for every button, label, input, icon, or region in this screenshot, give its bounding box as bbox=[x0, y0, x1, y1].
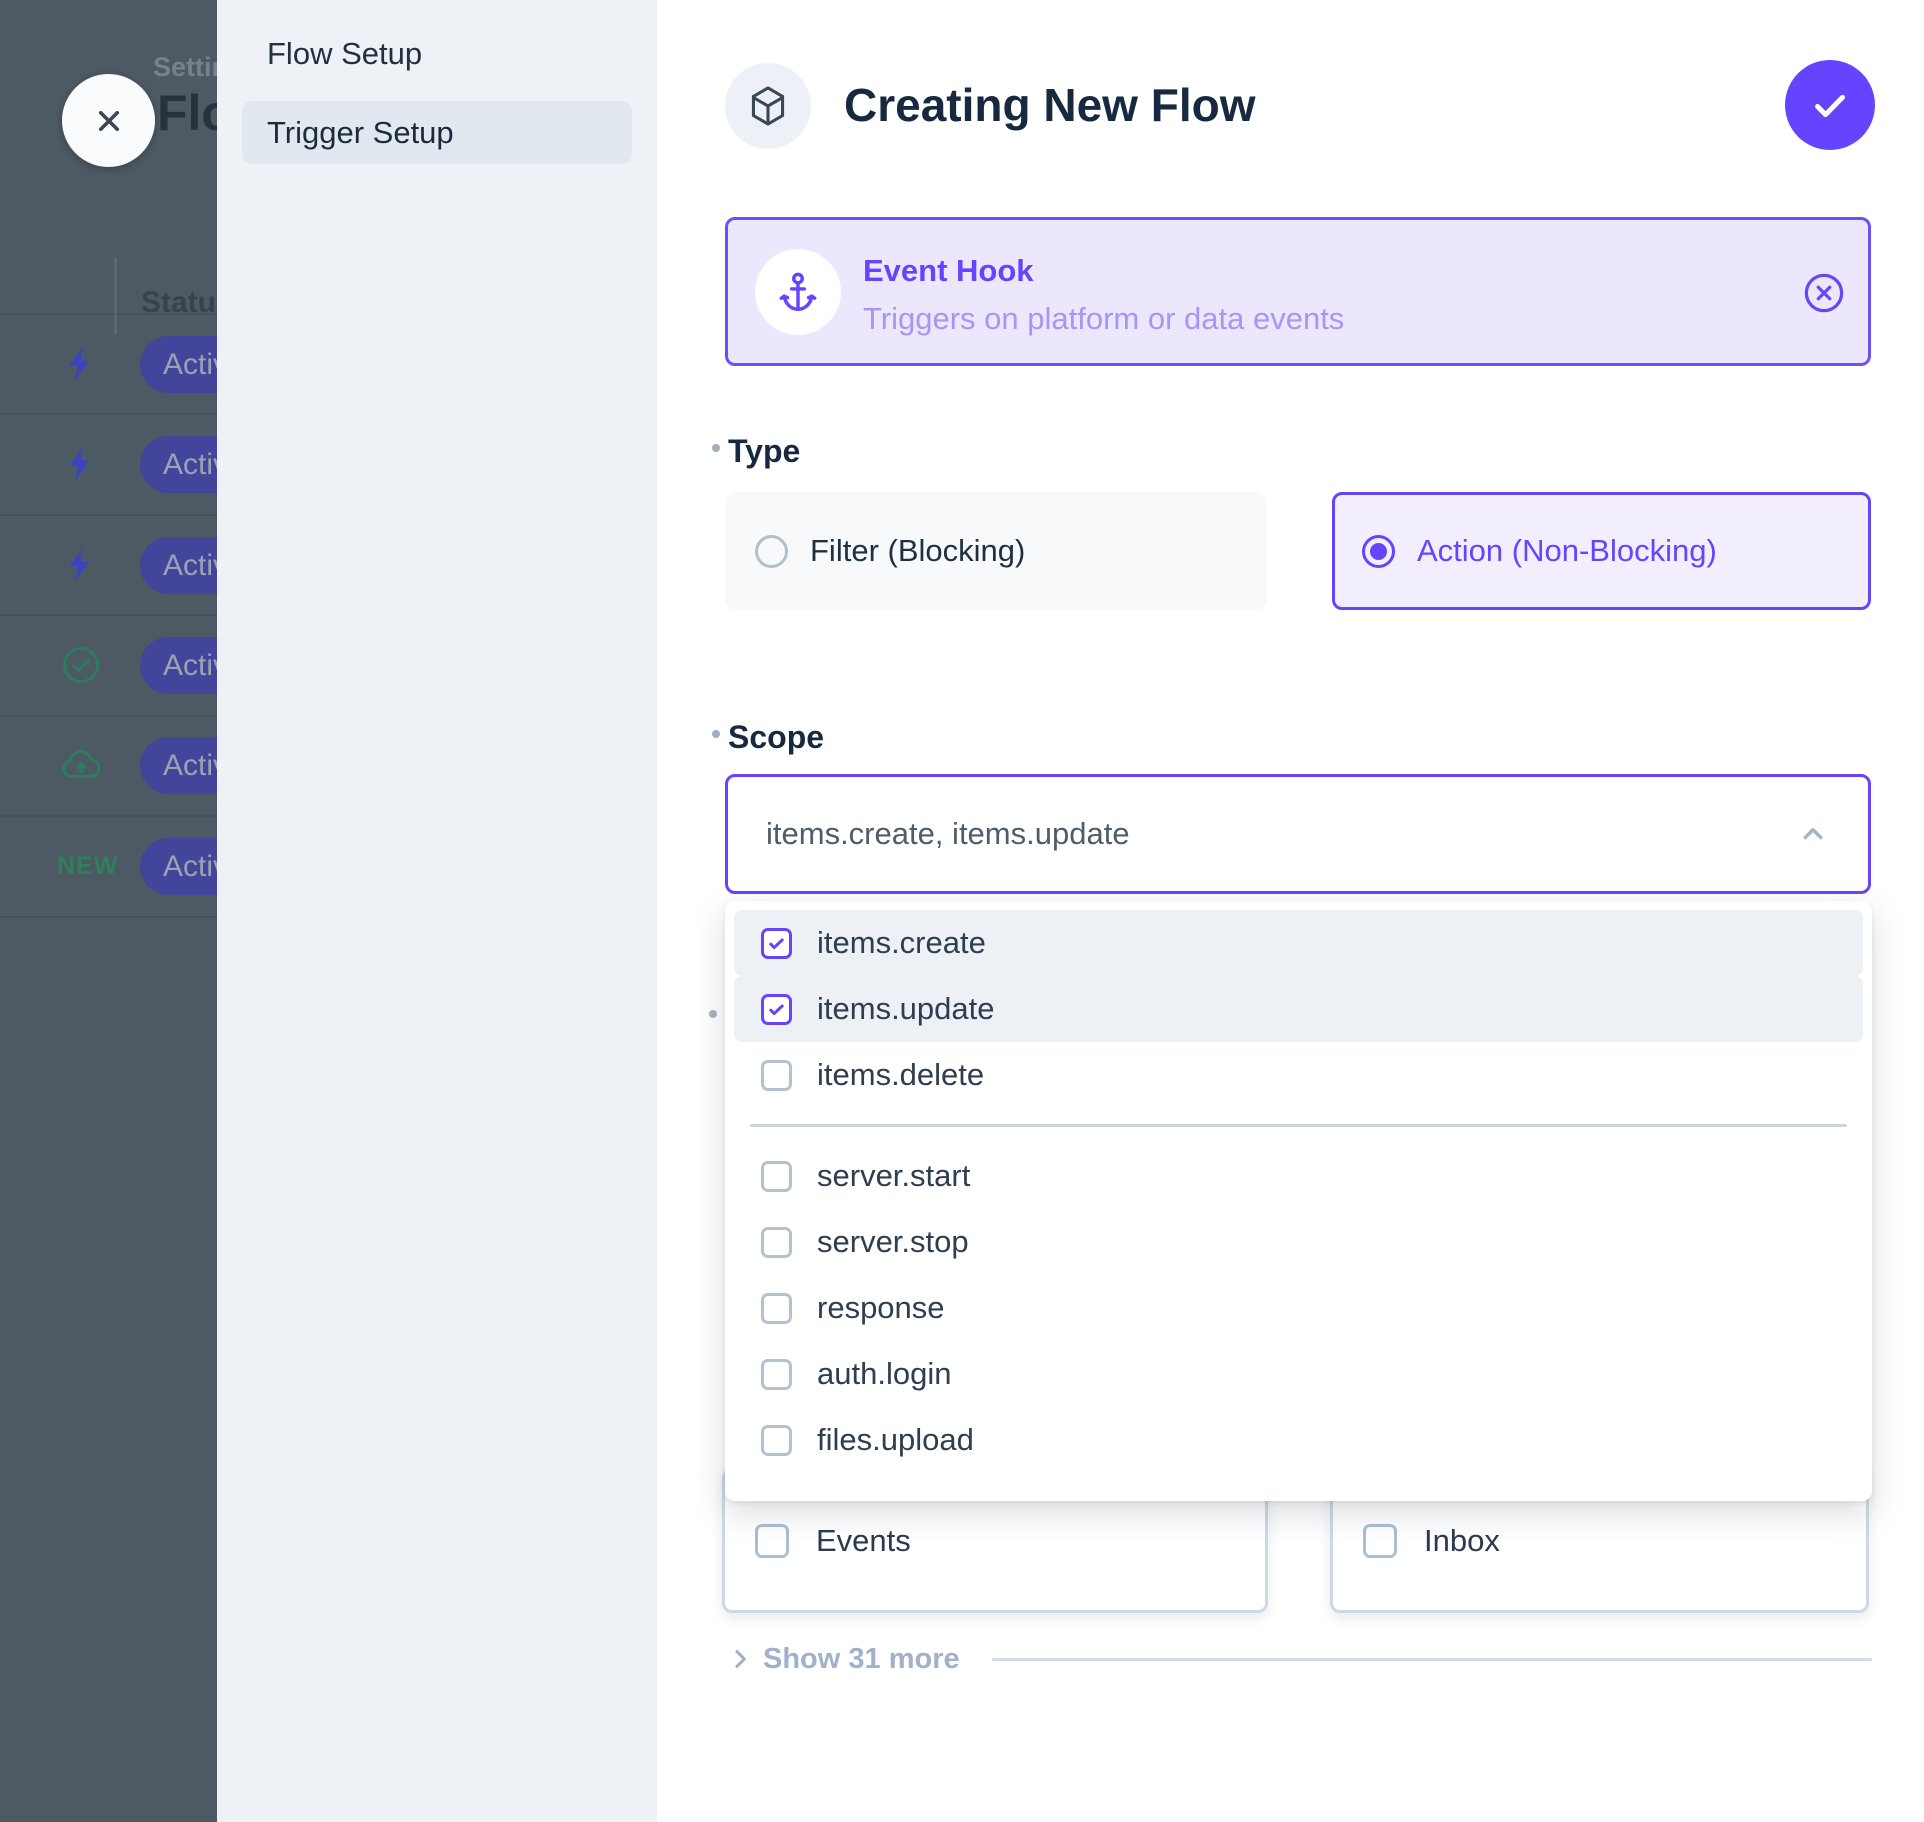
breadcrumb: Settings bbox=[153, 52, 217, 83]
scope-option-auth-login[interactable]: auth.login bbox=[734, 1341, 1863, 1407]
table-row: Active bbox=[0, 615, 217, 716]
chevron-right-icon bbox=[725, 1644, 755, 1674]
table-row: NEW Active bbox=[0, 816, 217, 917]
scope-option-files-upload[interactable]: files.upload bbox=[734, 1407, 1863, 1473]
checkbox bbox=[761, 928, 792, 959]
new-badge: NEW bbox=[57, 852, 118, 881]
checkbox bbox=[761, 994, 792, 1025]
check-circle-icon bbox=[57, 641, 105, 689]
checkbox bbox=[761, 1359, 792, 1390]
scope-option-items-delete[interactable]: items.delete bbox=[734, 1042, 1863, 1108]
scope-option-label: items.create bbox=[817, 925, 986, 961]
checkbox bbox=[761, 1293, 792, 1324]
scope-option-label: files.upload bbox=[817, 1422, 974, 1458]
type-option-label: Filter (Blocking) bbox=[810, 533, 1025, 569]
status-badge: Active bbox=[140, 637, 217, 694]
creating-new-flow-panel: Creating New Flow Event Hook Triggers on… bbox=[657, 0, 1924, 1822]
show-more-collections[interactable]: Show 31 more bbox=[725, 1637, 1872, 1681]
cloud-upload-icon bbox=[57, 741, 105, 789]
nav-item-label: Trigger Setup bbox=[267, 115, 454, 151]
status-badge: Active bbox=[140, 838, 217, 895]
table-row: Active bbox=[0, 715, 217, 816]
scope-option-label: items.delete bbox=[817, 1057, 984, 1093]
checkbox bbox=[761, 1227, 792, 1258]
show-more-divider bbox=[992, 1658, 1872, 1661]
status-badge: Active bbox=[140, 436, 217, 493]
dropdown-divider bbox=[750, 1124, 1847, 1127]
checkbox bbox=[761, 1161, 792, 1192]
checkbox bbox=[1363, 1524, 1397, 1558]
bolt-icon bbox=[57, 541, 105, 589]
drawer-step-nav: Flow Setup Trigger Setup bbox=[217, 0, 657, 1822]
checkbox bbox=[755, 1524, 789, 1558]
scope-option-server-stop[interactable]: server.stop bbox=[734, 1209, 1863, 1275]
status-badge: Active bbox=[140, 737, 217, 794]
nav-item-flow-setup[interactable]: Flow Setup bbox=[242, 22, 632, 85]
chevron-up-icon[interactable] bbox=[1796, 817, 1830, 851]
collection-option-label: Events bbox=[816, 1523, 911, 1559]
trigger-icon-circle bbox=[755, 249, 841, 335]
type-field-label: Type bbox=[728, 433, 800, 470]
scope-option-items-update[interactable]: items.update bbox=[734, 976, 1863, 1042]
close-drawer-button[interactable] bbox=[62, 74, 155, 167]
scope-option-label: auth.login bbox=[817, 1356, 951, 1392]
scope-select-input[interactable]: items.create, items.update bbox=[725, 774, 1871, 894]
nav-item-label: Flow Setup bbox=[267, 36, 422, 72]
checkbox bbox=[761, 1060, 792, 1091]
scope-option-items-create[interactable]: items.create bbox=[734, 910, 1863, 976]
status-badge: Active bbox=[140, 336, 217, 393]
collections-required-dot bbox=[709, 1010, 717, 1018]
close-icon bbox=[91, 103, 127, 139]
remove-circle-icon bbox=[1801, 270, 1847, 316]
save-flow-button[interactable] bbox=[1785, 60, 1875, 150]
check-icon bbox=[1807, 82, 1853, 128]
scope-option-label: items.update bbox=[817, 991, 995, 1027]
type-option-action[interactable]: Action (Non-Blocking) bbox=[1332, 492, 1871, 610]
table-row: Active bbox=[0, 414, 217, 515]
radio-icon bbox=[755, 535, 788, 568]
trigger-name: Event Hook bbox=[863, 253, 1034, 289]
selected-trigger-card[interactable]: Event Hook Triggers on platform or data … bbox=[725, 217, 1871, 366]
scope-option-label: server.start bbox=[817, 1158, 970, 1194]
scope-selected-values: items.create, items.update bbox=[766, 816, 1796, 852]
collection-option-label: Inbox bbox=[1424, 1523, 1500, 1559]
type-option-filter[interactable]: Filter (Blocking) bbox=[725, 492, 1267, 610]
anchor-icon bbox=[775, 269, 821, 315]
table-row: Active bbox=[0, 515, 217, 616]
remove-trigger-button[interactable] bbox=[1800, 269, 1848, 317]
type-option-label: Action (Non-Blocking) bbox=[1417, 533, 1717, 569]
status-badge: Active bbox=[140, 537, 217, 594]
radio-icon bbox=[1362, 535, 1395, 568]
show-more-label: Show 31 more bbox=[763, 1643, 960, 1676]
bolt-icon bbox=[57, 440, 105, 488]
cube-icon bbox=[745, 83, 791, 129]
scope-option-label: response bbox=[817, 1290, 945, 1326]
scope-option-response[interactable]: response bbox=[734, 1275, 1863, 1341]
checkbox bbox=[761, 1425, 792, 1456]
bolt-icon bbox=[57, 340, 105, 388]
scope-dropdown-menu: items.create items.update items.delete s… bbox=[725, 901, 1872, 1501]
page-title: Flows bbox=[157, 84, 217, 142]
scope-field-label: Scope bbox=[728, 719, 824, 756]
flow-avatar bbox=[725, 63, 811, 149]
scope-option-label: server.stop bbox=[817, 1224, 969, 1260]
dimmed-background: Settings Flows Status Active Active Acti… bbox=[0, 0, 217, 1822]
panel-title: Creating New Flow bbox=[844, 78, 1255, 132]
table-row: Active bbox=[0, 314, 217, 415]
nav-item-trigger-setup[interactable]: Trigger Setup bbox=[242, 101, 632, 164]
scope-option-server-start[interactable]: server.start bbox=[734, 1143, 1863, 1209]
trigger-description: Triggers on platform or data events bbox=[863, 301, 1344, 337]
